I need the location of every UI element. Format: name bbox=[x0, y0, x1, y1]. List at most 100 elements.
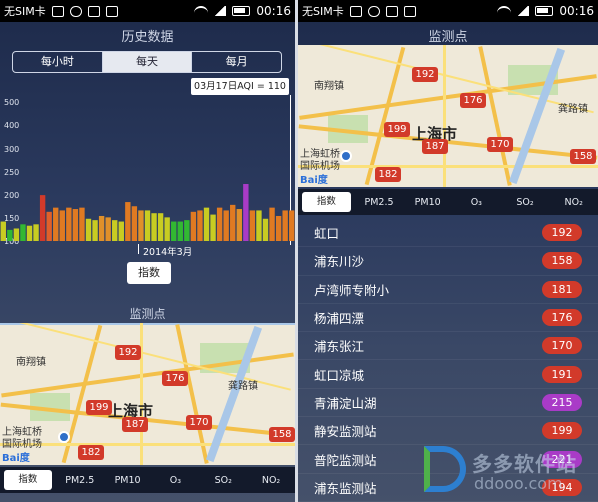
chart-bar[interactable] bbox=[171, 221, 177, 241]
chart-bar[interactable] bbox=[243, 184, 249, 241]
tab-o3[interactable]: O₃ bbox=[452, 197, 501, 208]
chart-bar[interactable] bbox=[210, 214, 216, 241]
clock: 00:16 bbox=[559, 4, 594, 18]
station-row[interactable]: 青浦淀山湖 215 bbox=[298, 389, 598, 418]
map-pin[interactable]: 182 bbox=[78, 445, 104, 460]
chart-bar[interactable] bbox=[66, 207, 72, 241]
tab-so2[interactable]: SO₂ bbox=[501, 197, 550, 208]
station-row[interactable]: 虹口 192 bbox=[298, 219, 598, 248]
chart-bar[interactable] bbox=[164, 217, 170, 241]
map-pin[interactable]: 176 bbox=[162, 371, 188, 386]
chart-bar[interactable] bbox=[282, 210, 288, 241]
segment-hourly[interactable]: 每小时 bbox=[13, 52, 103, 72]
chart-bar[interactable] bbox=[256, 210, 262, 241]
tab-pm10[interactable]: PM10 bbox=[403, 197, 452, 208]
tab-o3[interactable]: O₃ bbox=[151, 475, 199, 486]
chart-bar[interactable] bbox=[262, 218, 269, 241]
chart-bar[interactable] bbox=[230, 204, 236, 241]
chart-bar[interactable] bbox=[197, 210, 203, 241]
chart-bar[interactable] bbox=[275, 215, 282, 241]
chart-bar[interactable] bbox=[184, 220, 190, 241]
chart-bar[interactable] bbox=[39, 195, 46, 241]
chart-bar[interactable] bbox=[79, 207, 85, 241]
chart-bar[interactable] bbox=[98, 215, 105, 241]
chart-bar[interactable] bbox=[20, 224, 26, 241]
chart-bar[interactable] bbox=[249, 210, 256, 241]
watermark: 多多软件站 ddooo.com bbox=[424, 440, 594, 500]
tab-pm10[interactable]: PM10 bbox=[104, 475, 152, 486]
segment-monthly[interactable]: 每月 bbox=[192, 52, 281, 72]
chart-bar[interactable] bbox=[85, 218, 92, 241]
chart-bar[interactable] bbox=[105, 217, 111, 241]
chart-bar[interactable] bbox=[72, 209, 79, 241]
tab-no2[interactable]: NO₂ bbox=[549, 197, 598, 208]
chart-bar[interactable] bbox=[46, 211, 52, 241]
chart-bar[interactable] bbox=[190, 211, 197, 241]
map-pin[interactable]: 182 bbox=[375, 167, 401, 182]
chart-bar[interactable] bbox=[289, 210, 295, 241]
chart-bar[interactable] bbox=[203, 207, 210, 241]
chart-bar[interactable] bbox=[125, 202, 131, 241]
map-pin[interactable]: 187 bbox=[422, 139, 448, 154]
chart-bar[interactable] bbox=[112, 220, 118, 241]
map-pin[interactable]: 170 bbox=[487, 137, 513, 152]
station-name: 虹口 bbox=[314, 226, 340, 242]
chart-bar[interactable] bbox=[177, 221, 183, 241]
chart-bar[interactable] bbox=[33, 224, 39, 241]
map-pin[interactable]: 187 bbox=[122, 417, 148, 432]
station-row[interactable]: 虹口凉城 191 bbox=[298, 360, 598, 389]
aqi-bar-chart[interactable] bbox=[0, 100, 295, 245]
tab-so2[interactable]: SO₂ bbox=[199, 475, 247, 486]
map-pin[interactable]: 199 bbox=[86, 400, 112, 415]
chart-bar[interactable] bbox=[26, 225, 33, 241]
chart-bar[interactable] bbox=[131, 206, 138, 241]
chart-bar[interactable] bbox=[0, 221, 6, 241]
metric-chip[interactable]: 指数 bbox=[127, 262, 171, 284]
battery-icon bbox=[232, 6, 251, 16]
watermark-title: 多多软件站 bbox=[472, 452, 577, 476]
station-aqi-badge: 215 bbox=[542, 393, 582, 411]
map-pin[interactable]: 199 bbox=[384, 122, 410, 137]
chart-bar[interactable] bbox=[53, 207, 59, 241]
station-aqi-badge: 181 bbox=[542, 280, 582, 298]
station-row[interactable]: 浦东川沙 158 bbox=[298, 247, 598, 276]
message-icon bbox=[349, 5, 362, 17]
tab-pm25[interactable]: PM2.5 bbox=[355, 197, 404, 208]
map-view[interactable]: 南翔镇 龚路镇 上海虹桥 国际机场 上海市 Bai度 192 176 199 1… bbox=[298, 45, 598, 187]
tab-pm25[interactable]: PM2.5 bbox=[56, 475, 104, 486]
chart-bar[interactable] bbox=[59, 210, 65, 241]
baidu-logo: Bai度 bbox=[300, 175, 328, 186]
tab-no2[interactable]: NO₂ bbox=[247, 475, 295, 486]
map-pin[interactable]: 158 bbox=[570, 149, 596, 164]
map-pin[interactable]: 192 bbox=[115, 345, 141, 360]
chart-bar[interactable] bbox=[118, 221, 124, 241]
tab-index[interactable]: 指数 bbox=[302, 192, 351, 212]
chart-bar[interactable] bbox=[13, 228, 20, 241]
map-pin[interactable]: 158 bbox=[269, 427, 295, 442]
chart-bar[interactable] bbox=[151, 213, 157, 241]
chart-bar[interactable] bbox=[223, 210, 229, 241]
location-icon bbox=[340, 150, 352, 162]
chart-bar[interactable] bbox=[236, 209, 242, 241]
chart-bar[interactable] bbox=[92, 220, 98, 241]
battery-icon bbox=[535, 6, 554, 16]
image-icon bbox=[87, 5, 100, 17]
map-pin[interactable]: 176 bbox=[460, 93, 486, 108]
tab-index[interactable]: 指数 bbox=[4, 470, 52, 490]
station-row[interactable]: 杨浦四漂 176 bbox=[298, 304, 598, 333]
station-aqi-badge: 170 bbox=[542, 337, 582, 355]
chart-bar[interactable] bbox=[157, 213, 164, 241]
map-pin[interactable]: 192 bbox=[412, 67, 438, 82]
chart-bar[interactable] bbox=[216, 207, 223, 241]
station-row[interactable]: 卢湾师专附小 181 bbox=[298, 276, 598, 304]
chart-bar[interactable] bbox=[138, 210, 144, 241]
station-name: 虹口凉城 bbox=[314, 367, 365, 383]
chart-bar[interactable] bbox=[269, 207, 275, 241]
segment-daily[interactable]: 每天 bbox=[102, 52, 193, 72]
wifi-icon bbox=[194, 6, 209, 16]
map-pin[interactable]: 170 bbox=[186, 415, 212, 430]
station-row[interactable]: 浦东张江 170 bbox=[298, 332, 598, 361]
map-view[interactable]: 南翔镇 龚路镇 上海虹桥 国际机场 上海市 Bai度 192 176 199 1… bbox=[0, 323, 295, 465]
chart-bar[interactable] bbox=[7, 229, 13, 241]
chart-bar[interactable] bbox=[144, 210, 151, 241]
